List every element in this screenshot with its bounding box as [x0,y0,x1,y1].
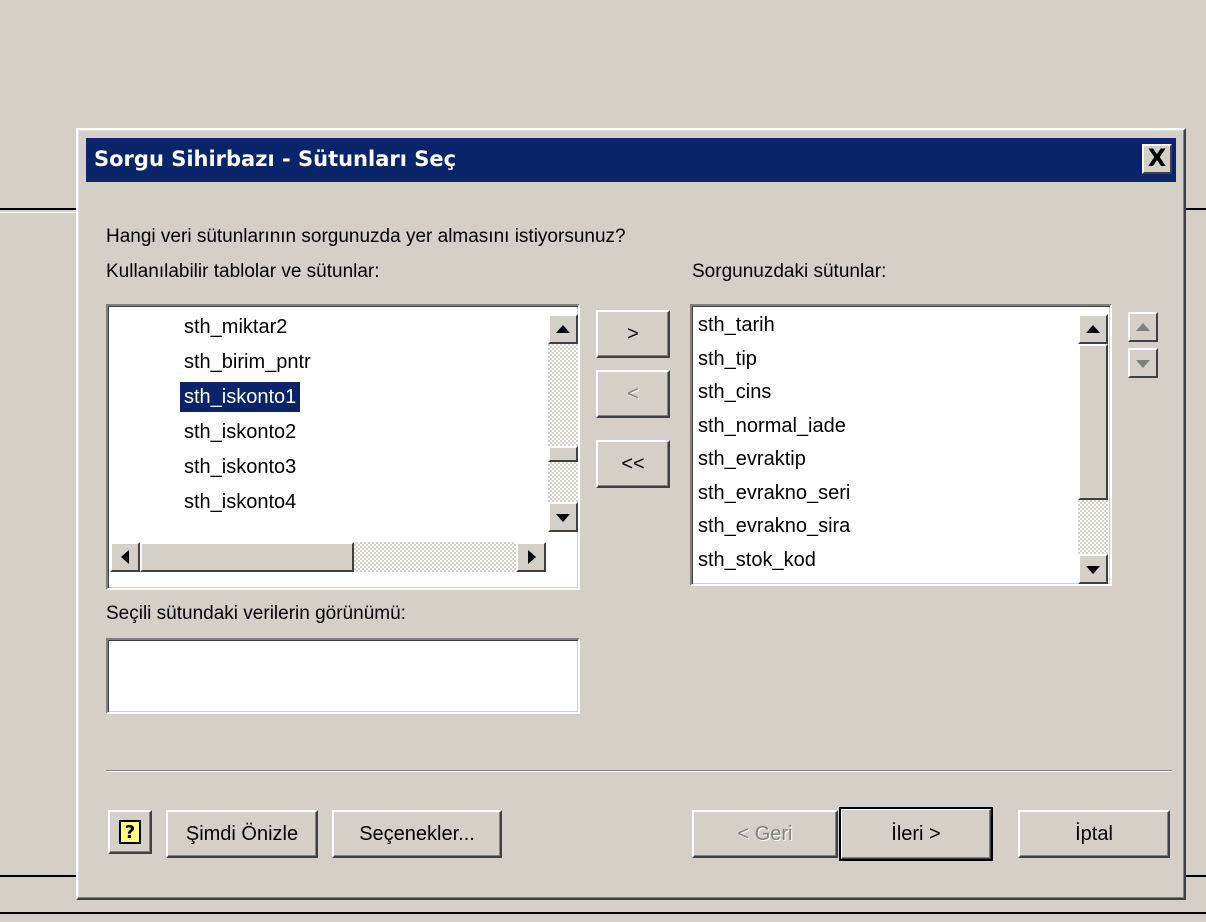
arrow-up-icon [1086,325,1100,333]
query-column-item[interactable]: sth_evrakno_seri [694,478,854,508]
move-up-button[interactable] [1128,312,1158,342]
back-button[interactable]: < Geri [692,810,838,858]
arrow-up-icon [556,325,570,333]
query-column-item[interactable]: sth_evraktip [694,444,810,474]
query-column-item[interactable]: sth_cins [694,377,775,407]
background-divider-bottom-left [0,875,76,877]
scroll-down-button[interactable] [548,502,578,532]
scroll-right-button[interactable] [516,542,546,572]
available-columns-label: Kullanılabilir tablolar ve sütunlar: [106,261,380,282]
arrow-right-icon [528,550,536,564]
add-column-button[interactable]: > [596,310,670,358]
query-wizard-dialog: Sorgu Sihirbazı - Sütunları Seç X Hangi … [76,128,1186,900]
vertical-scroll-track[interactable] [548,344,578,528]
options-button[interactable]: Seçenekler... [332,810,502,858]
close-button[interactable]: X [1142,144,1172,174]
move-down-button[interactable] [1128,348,1158,378]
available-column-item[interactable]: sth_iskonto3 [180,452,300,482]
horizontal-scroll-thumb[interactable] [140,542,354,572]
help-icon: ? [119,820,141,844]
background-divider-bottom-right [1186,875,1206,877]
available-columns-list[interactable]: sth_miktar2 sth_birim_pntr sth_iskonto1sth… [106,304,580,590]
preview-box [106,638,580,714]
remove-all-columns-button[interactable]: << [596,440,670,488]
query-scroll-down-button[interactable] [1078,554,1108,584]
query-column-item[interactable]: sth_tarih [694,310,779,340]
available-column-item[interactable]: sth_iskonto4 [180,487,300,517]
preview-label: Seçili sütundaki verilerin görünümü: [106,603,406,624]
background-divider-right [1186,208,1206,210]
next-button[interactable]: İleri > [839,807,993,861]
available-column-item[interactable]: sth_iskonto2 [180,417,300,447]
query-column-item[interactable]: sth_tip [694,344,761,374]
query-scroll-track[interactable] [1078,500,1108,554]
available-column-item[interactable]: sth_birim_pntr [180,347,315,377]
query-columns-list[interactable]: sth_tarih sth_tip sth_cins sth_normal_iade s… [690,304,1112,586]
arrow-down-icon [1136,360,1150,368]
preview-now-button[interactable]: Şimdi Önizle [166,810,318,858]
available-column-item[interactable]: sth_miktar2 [180,312,291,342]
footer-separator [106,770,1172,772]
arrow-up-icon [1136,323,1150,331]
query-column-item[interactable]: sth_evrakno_sira [694,511,854,541]
query-scroll-up-button[interactable] [1078,314,1108,344]
query-scroll-thumb[interactable] [1078,344,1108,500]
remove-column-button[interactable]: < [596,370,670,418]
help-button[interactable]: ? [108,810,152,854]
background-divider-left-highlight [0,212,76,213]
query-columns-label: Sorgunuzdaki sütunlar: [692,261,887,282]
vertical-scroll-thumb[interactable] [548,446,578,462]
query-column-item[interactable]: sth_stok_kod [694,545,820,575]
question-label: Hangi veri sütunlarının sorgunuzda yer a… [106,226,626,247]
arrow-down-icon [556,514,570,522]
query-column-item[interactable]: sth_normal_iade [694,411,850,441]
arrow-left-icon [121,550,129,564]
background-bottom-edge [0,912,1206,914]
available-column-item[interactable]: sth_iskonto1 [180,382,301,412]
background-divider-left [0,208,76,210]
scroll-up-button[interactable] [548,314,578,344]
scroll-left-button[interactable] [110,542,140,572]
arrow-down-icon [1086,566,1100,574]
dialog-title: Sorgu Sihirbazı - Sütunları Seç [94,147,457,171]
title-bar[interactable]: Sorgu Sihirbazı - Sütunları Seç X [86,138,1176,182]
cancel-button[interactable]: İptal [1018,810,1170,858]
